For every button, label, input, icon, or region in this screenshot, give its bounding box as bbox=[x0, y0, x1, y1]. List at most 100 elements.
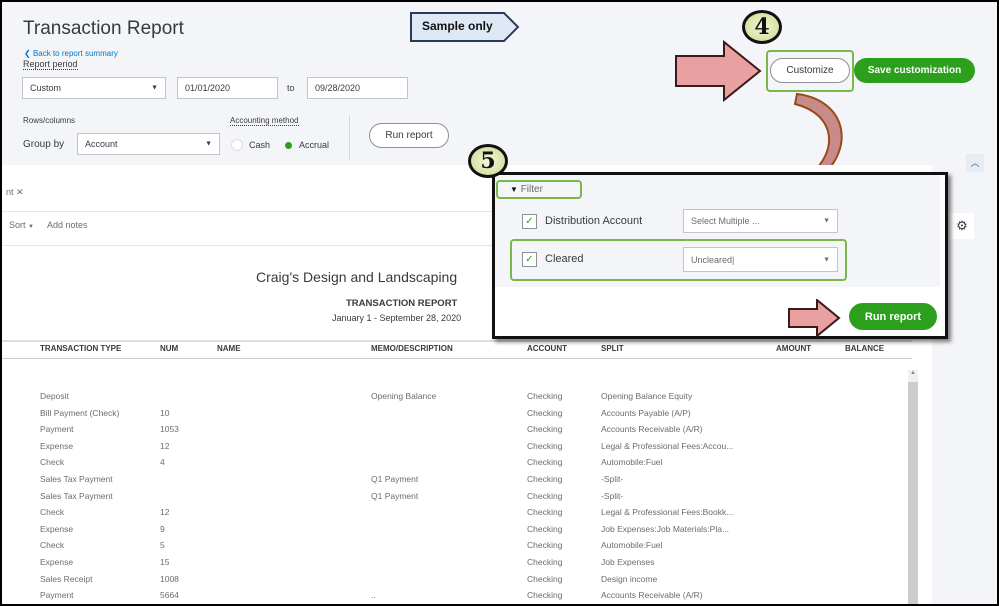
filter-toggle[interactable]: ▼ Filter bbox=[496, 180, 582, 199]
table-cell: Check bbox=[40, 457, 65, 468]
table-cell: Job Expenses bbox=[601, 557, 655, 567]
column-header[interactable]: NAME bbox=[217, 344, 241, 353]
chevron-down-icon: ▼ bbox=[151, 84, 158, 92]
add-notes-link[interactable]: Add notes bbox=[47, 220, 88, 230]
table-cell: Payment bbox=[40, 590, 74, 601]
group-by-select[interactable]: Account ▼ bbox=[77, 133, 220, 155]
from-date-input[interactable]: 01/01/2020 bbox=[177, 77, 278, 99]
arrow-right-icon bbox=[788, 299, 841, 337]
sort-menu[interactable]: Sort ▼ bbox=[9, 220, 34, 230]
chevron-down-icon: ▼ bbox=[823, 256, 830, 263]
table-cell: -Split- bbox=[601, 474, 624, 484]
table-cell: Expense bbox=[40, 440, 74, 451]
table-cell: -Split- bbox=[601, 490, 624, 501]
table-cell: Checking bbox=[527, 507, 563, 518]
sample-label: Sample only bbox=[422, 19, 493, 33]
table-cell: 5 bbox=[160, 540, 165, 551]
page-title: Transaction Report bbox=[23, 18, 184, 39]
column-header[interactable]: TRANSACTION TYPE bbox=[40, 344, 121, 353]
step-5-badge: 5 bbox=[468, 144, 508, 178]
column-header[interactable]: BALANCE bbox=[845, 344, 884, 353]
table-cell: Q1 Payment bbox=[371, 490, 419, 501]
sort-label: Sort bbox=[9, 220, 26, 230]
accrual-label: Accrual bbox=[299, 140, 330, 150]
filter-title: Filter bbox=[520, 184, 543, 195]
table-cell: Checking bbox=[527, 440, 563, 451]
distribution-account-checkbox[interactable]: ✓ bbox=[522, 214, 537, 229]
to-date-input[interactable]: 09/28/2020 bbox=[307, 77, 408, 99]
table-cell: Design income bbox=[601, 573, 658, 584]
table-cell: Accounts Payable (A/P) bbox=[601, 407, 691, 418]
column-header[interactable]: MEMO/DESCRIPTION bbox=[371, 344, 453, 353]
table-cell: Checking bbox=[527, 590, 563, 601]
table-cell: 5664 bbox=[160, 590, 179, 601]
table-cell: Opening Balance bbox=[371, 391, 437, 401]
group-by-label: Group by bbox=[23, 139, 65, 150]
chevron-down-icon: ▼ bbox=[28, 224, 34, 230]
table-cell: Checking bbox=[527, 573, 563, 584]
table-cell: Legal & Professional Fees:Bookk... bbox=[601, 507, 734, 518]
table-cell: Job Expenses:Job Materials:Pla... bbox=[601, 523, 730, 534]
cleared-value: Uncleared bbox=[691, 254, 733, 265]
rows-columns-label: Rows/columns bbox=[23, 116, 76, 125]
table-cell: Payment bbox=[40, 424, 74, 435]
run-report-button[interactable]: Run report bbox=[369, 123, 449, 148]
scrollbar[interactable]: ▲ bbox=[908, 370, 918, 604]
table-cell: 4 bbox=[160, 457, 165, 468]
gear-icon[interactable]: ⚙ bbox=[950, 213, 974, 239]
filter-chip-label: nt bbox=[6, 187, 14, 197]
table-cell: Legal & Professional Fees:Accou... bbox=[601, 440, 734, 451]
scroll-up-icon[interactable]: ▲ bbox=[908, 370, 918, 382]
table-cell: Sales Tax Payment bbox=[40, 474, 113, 484]
table-cell: Sales Receipt bbox=[40, 573, 93, 584]
report-period-select[interactable]: Custom ▼ bbox=[22, 77, 166, 99]
filter-chip[interactable]: nt ✕ bbox=[6, 187, 24, 198]
from-date-value: 01/01/2020 bbox=[185, 83, 231, 93]
to-date-value: 09/28/2020 bbox=[315, 83, 361, 93]
save-customization-button[interactable]: Save customization bbox=[854, 58, 975, 83]
header-divider bbox=[2, 340, 912, 342]
cash-radio[interactable] bbox=[231, 139, 243, 151]
table-cell: Checking bbox=[527, 424, 563, 435]
column-header[interactable]: SPLIT bbox=[601, 344, 624, 353]
header-divider bbox=[2, 358, 912, 359]
distribution-account-label: Distribution Account bbox=[545, 215, 643, 227]
filter-panel: ▼ Filter ✓ Distribution Account Select M… bbox=[492, 172, 948, 339]
table-cell: Expense bbox=[40, 523, 74, 534]
cleared-select[interactable]: Uncleared | ▼ bbox=[683, 247, 838, 272]
table-cell: 12 bbox=[160, 440, 170, 451]
table-cell: Expense bbox=[40, 557, 74, 567]
table-cell: Checking bbox=[527, 540, 563, 551]
company-name: Craig's Design and Landscaping bbox=[256, 269, 458, 285]
close-icon[interactable]: ✕ bbox=[16, 187, 24, 197]
column-header[interactable]: NUM bbox=[160, 344, 178, 353]
table-cell: Automobile:Fuel bbox=[601, 540, 663, 551]
chevron-down-icon: ▼ bbox=[823, 217, 830, 225]
accrual-radio[interactable] bbox=[285, 142, 292, 149]
customize-button[interactable]: Customize bbox=[770, 58, 850, 83]
back-to-summary-link[interactable]: ❮ Back to report summary bbox=[24, 49, 118, 58]
table-cell: Check bbox=[40, 540, 65, 551]
sample-only-banner: Sample only bbox=[410, 12, 520, 42]
app-window: Transaction Report ❮ Back to report summ… bbox=[2, 2, 997, 604]
table-cell: 1053 bbox=[160, 424, 179, 435]
table-cell: Automobile:Fuel bbox=[601, 457, 663, 468]
column-header[interactable]: ACCOUNT bbox=[527, 344, 567, 353]
to-label: to bbox=[287, 83, 295, 93]
step-4-badge: 4 bbox=[742, 10, 782, 44]
distribution-value: Select Multiple ... bbox=[691, 216, 760, 226]
table-cell: 10 bbox=[160, 407, 170, 418]
filter-run-report-button[interactable]: Run report bbox=[849, 303, 937, 330]
table-cell: Deposit bbox=[40, 391, 69, 401]
report-period: January 1 - September 28, 2020 bbox=[332, 313, 462, 323]
cleared-checkbox[interactable]: ✓ bbox=[522, 252, 537, 267]
table-cell: .. bbox=[371, 590, 376, 601]
distribution-account-select[interactable]: Select Multiple ... ▼ bbox=[683, 209, 838, 233]
collapse-chevron-icon[interactable]: ︿ bbox=[966, 154, 984, 172]
table-cell: 9 bbox=[160, 523, 165, 534]
column-header[interactable]: AMOUNT bbox=[776, 344, 811, 353]
table-cell: Checking bbox=[527, 407, 563, 418]
period-value: Custom bbox=[30, 83, 62, 93]
arrow-right-icon bbox=[675, 40, 762, 102]
table-cell: Sales Tax Payment bbox=[40, 490, 113, 501]
